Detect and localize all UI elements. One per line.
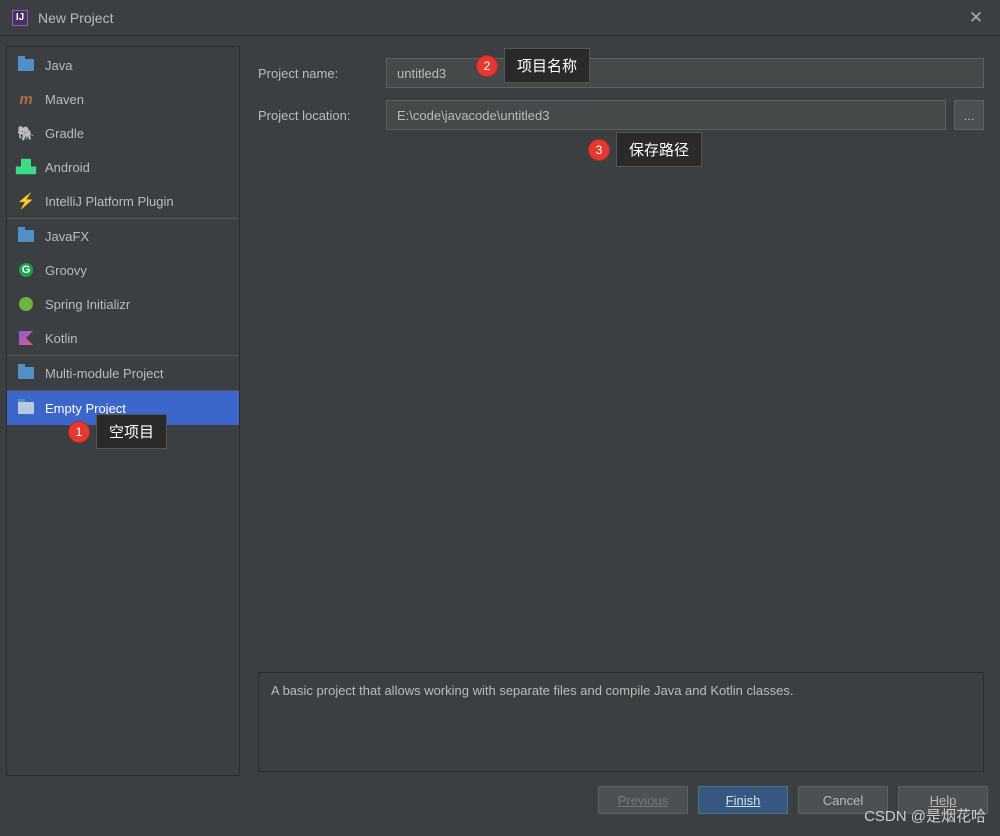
sidebar-item-android[interactable]: ▟▙ Android [7,150,239,184]
sidebar-item-maven[interactable]: m Maven [7,82,239,116]
spring-icon [17,295,35,313]
title-bar: IJ New Project ✕ [0,0,1000,36]
close-button[interactable]: ✕ [964,6,988,30]
groovy-icon: G [17,261,35,279]
sidebar-item-label: JavaFX [45,229,89,244]
finish-button[interactable]: Finish [698,786,788,814]
watermark: CSDN @是烟花哈 [864,805,986,826]
folder-icon [17,399,35,417]
browse-button[interactable]: ... [954,100,984,130]
sidebar-item-label: Multi-module Project [45,366,164,381]
sidebar-item-label: Android [45,160,90,175]
annotation-badge: 2 [476,55,498,77]
window-title: New Project [38,10,964,26]
previous-button[interactable]: Previous [598,786,688,814]
sidebar-item-label: Java [45,58,72,73]
sidebar-item-intellij-plugin[interactable]: ⚡ IntelliJ Platform Plugin [7,184,239,218]
project-name-label: Project name: [258,66,386,81]
plugin-icon: ⚡ [17,192,35,210]
project-type-sidebar: Java m Maven 🐘 Gradle ▟▙ Android ⚡ Intel… [6,46,240,776]
sidebar-item-label: Kotlin [45,331,78,346]
annotation-2: 2 项目名称 [476,48,590,83]
sidebar-item-kotlin[interactable]: Kotlin [7,321,239,355]
sidebar-item-label: Spring Initializr [45,297,130,312]
sidebar-item-label: Groovy [45,263,87,278]
android-icon: ▟▙ [17,158,35,176]
sidebar-item-javafx[interactable]: JavaFX [7,219,239,253]
button-bar: Previous Finish Cancel Help [0,776,1000,824]
annotation-badge: 3 [588,139,610,161]
folder-icon [17,56,35,74]
project-location-row: Project location: ... [258,100,984,130]
annotation-label: 项目名称 [504,48,590,83]
sidebar-item-label: Gradle [45,126,84,141]
sidebar-item-java[interactable]: Java [7,48,239,82]
description-text: A basic project that allows working with… [271,683,793,698]
sidebar-item-multi-module[interactable]: Multi-module Project [7,356,239,390]
annotation-label: 空项目 [96,414,167,449]
project-location-label: Project location: [258,108,386,123]
sidebar-item-label: IntelliJ Platform Plugin [45,194,174,209]
project-location-input[interactable] [386,100,946,130]
annotation-1: 1 空项目 [68,414,167,449]
folder-icon [17,227,35,245]
annotation-label: 保存路径 [616,132,702,167]
gradle-icon: 🐘 [17,124,35,142]
sidebar-item-label: Maven [45,92,84,107]
intellij-icon: IJ [12,10,28,26]
folder-icon [17,364,35,382]
maven-icon: m [17,90,35,108]
annotation-3: 3 保存路径 [588,132,702,167]
sidebar-item-groovy[interactable]: G Groovy [7,253,239,287]
content-area: Java m Maven 🐘 Gradle ▟▙ Android ⚡ Intel… [0,36,1000,776]
description-panel: A basic project that allows working with… [258,672,984,772]
sidebar-item-gradle[interactable]: 🐘 Gradle [7,116,239,150]
project-name-row: Project name: [258,58,984,88]
kotlin-icon [17,329,35,347]
annotation-badge: 1 [68,421,90,443]
sidebar-item-spring[interactable]: Spring Initializr [7,287,239,321]
